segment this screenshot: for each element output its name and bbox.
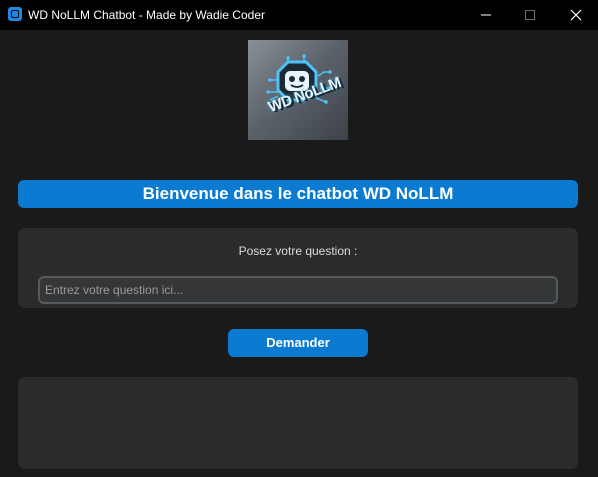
welcome-text: Bienvenue dans le chatbot WD NoLLM	[142, 184, 454, 203]
maximize-button[interactable]	[508, 0, 552, 30]
logo-image: WD NoLLM	[248, 40, 348, 140]
window-title: WD NoLLM Chatbot - Made by Wadie Coder	[28, 8, 265, 22]
close-icon	[570, 9, 582, 21]
minimize-button[interactable]	[464, 0, 508, 30]
welcome-banner: Bienvenue dans le chatbot WD NoLLM	[18, 180, 578, 208]
response-box	[18, 377, 578, 469]
minimize-icon	[481, 14, 491, 16]
app-icon	[8, 7, 22, 21]
question-label: Posez votre question :	[238, 244, 358, 258]
title-bar[interactable]: WD NoLLM Chatbot - Made by Wadie Coder	[0, 0, 598, 30]
question-panel: Posez votre question :	[18, 228, 578, 308]
close-button[interactable]	[554, 0, 598, 30]
app-window: WD NoLLM Chatbot - Made by Wadie Coder W…	[0, 0, 598, 477]
question-input[interactable]	[38, 276, 558, 304]
maximize-icon	[525, 10, 535, 20]
ask-button[interactable]: Demander	[228, 329, 368, 357]
